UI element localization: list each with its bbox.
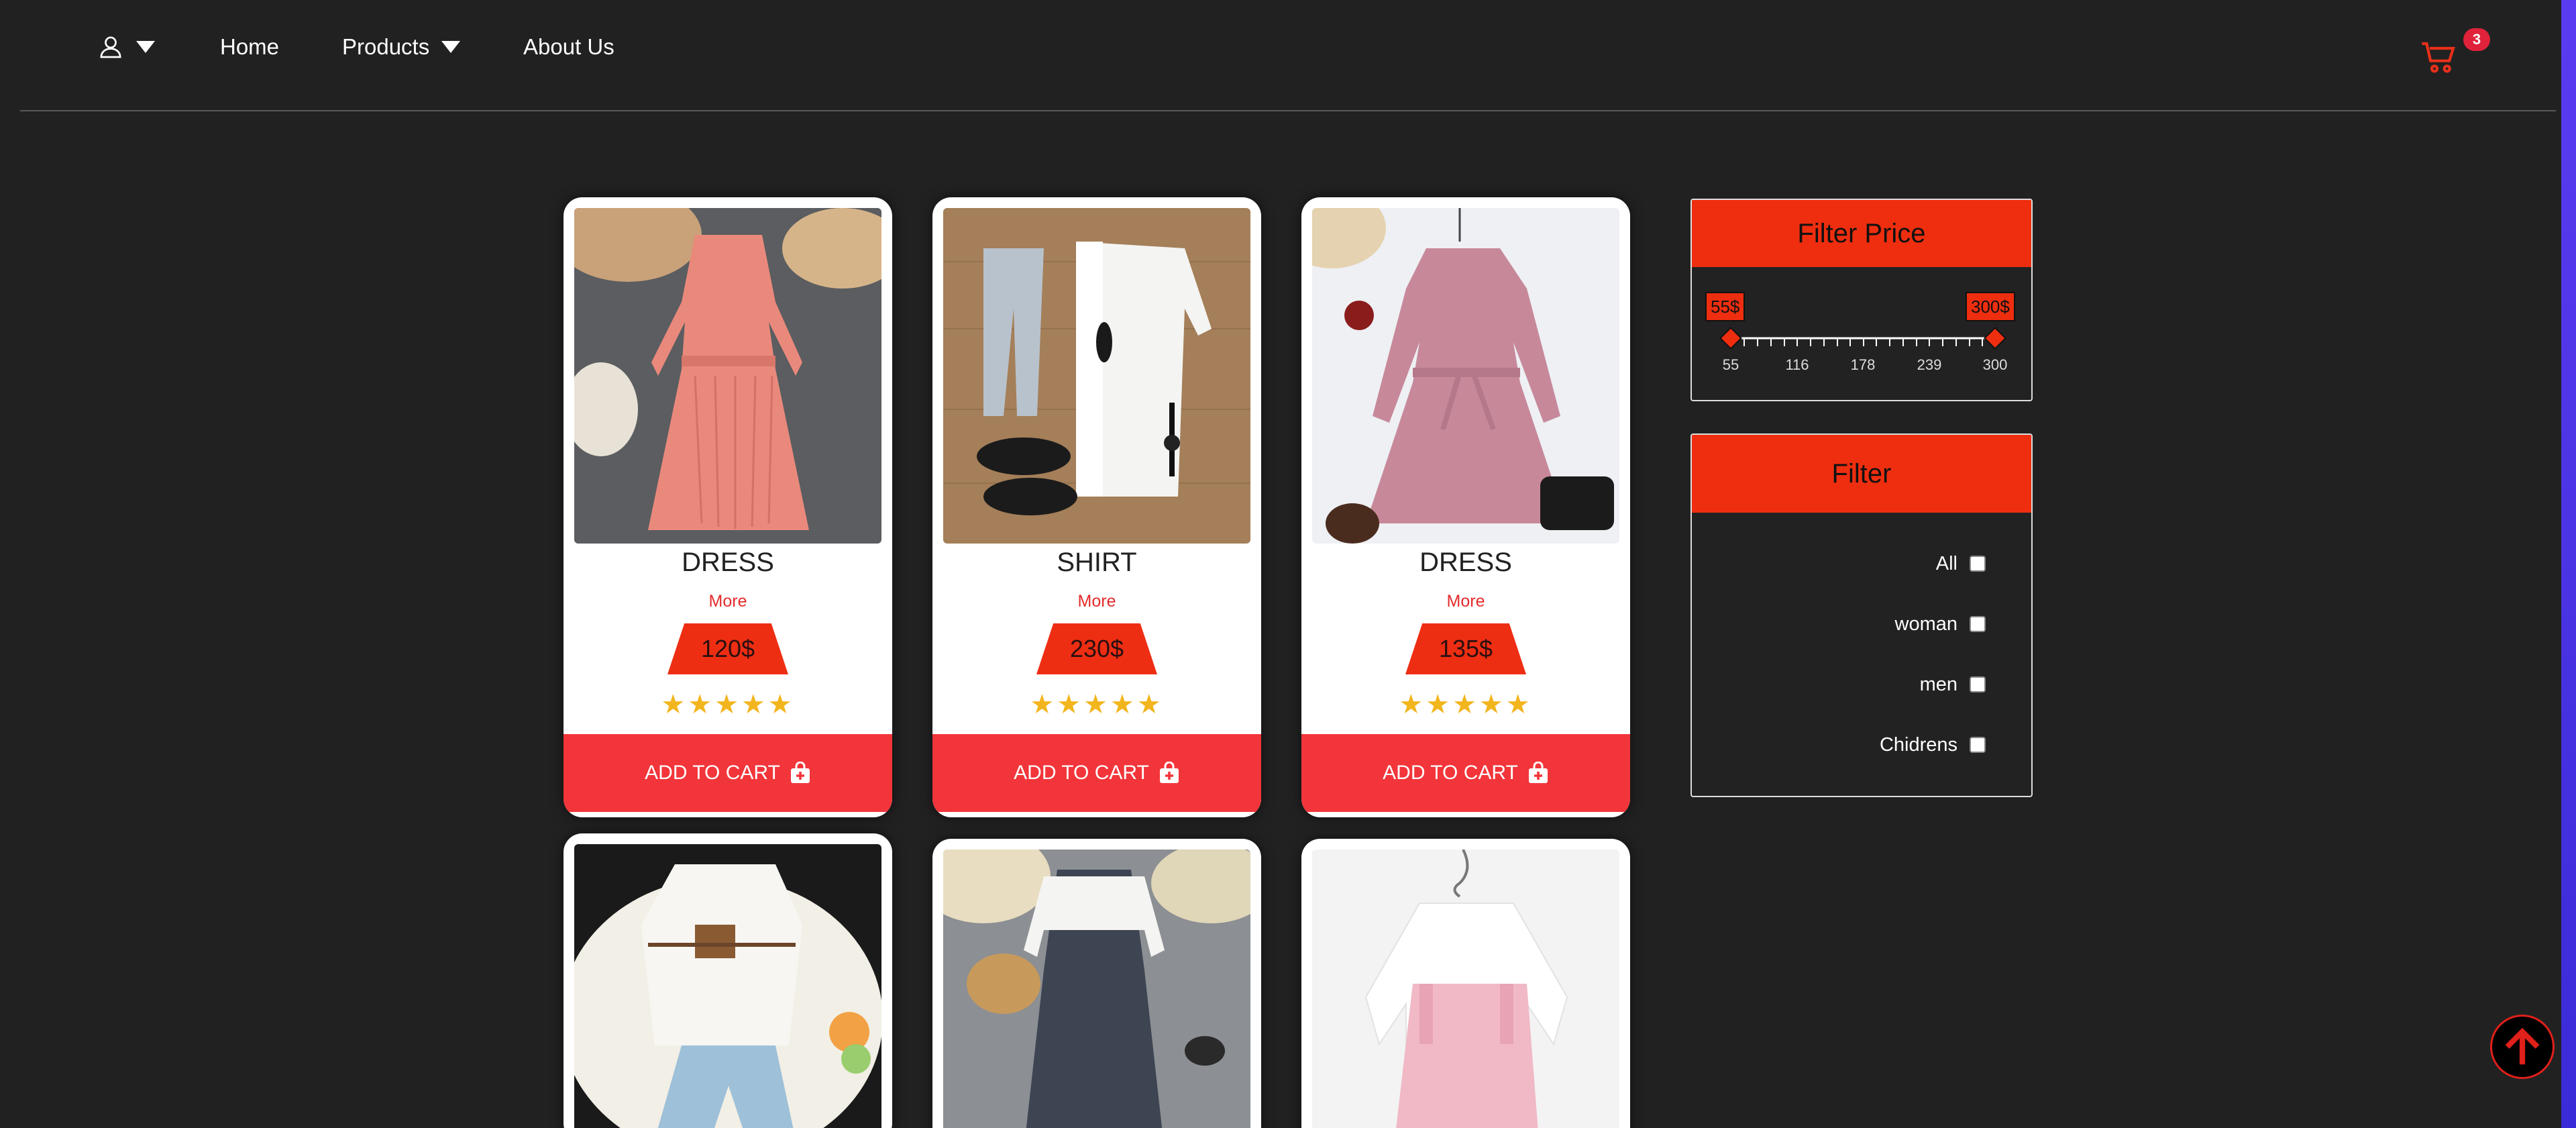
more-link[interactable]: More [1301, 592, 1630, 611]
product-card [564, 833, 892, 1128]
rating-stars: ★★★★★ [661, 690, 795, 719]
chevron-down-icon [441, 41, 461, 53]
product-card: SHIRT More 230$ ★★★★★ ADD TO CART [932, 197, 1261, 817]
product-image[interactable] [1312, 850, 1619, 1128]
filter-checkbox[interactable] [1970, 676, 1986, 693]
nav-about-us[interactable]: About Us [523, 27, 614, 67]
min-slider-handle [1719, 327, 1742, 350]
more-link[interactable]: More [564, 592, 892, 611]
min-price-label: 55$ [1705, 292, 1746, 321]
product-image[interactable] [574, 208, 881, 544]
filter-price-title: Filter Price [1692, 200, 2031, 267]
product-title: DRESS [682, 548, 774, 577]
rating-stars: ★★★★★ [1030, 690, 1164, 719]
rating-stars: ★★★★★ [1399, 690, 1533, 719]
filter-option-label: All [1935, 552, 1957, 574]
user-icon [100, 36, 121, 58]
product-card [932, 839, 1261, 1128]
filter-panel: Filter All woman men Chidrens [1690, 433, 2033, 797]
price-range-slider[interactable] [1692, 321, 2033, 354]
shopping-bag-icon [790, 762, 810, 783]
price-badge: 230$ [1036, 623, 1157, 674]
filter-option-label: Chidrens [1879, 733, 1957, 756]
add-to-cart-button[interactable]: ADD TO CART [564, 734, 892, 812]
filter-price-panel: Filter Price 55$ 300$ 55 116 178 239 300 [1690, 199, 2033, 401]
nav-products-label: Products [342, 34, 430, 59]
product-card: DRESS More 135$ ★★★★★ ADD TO CART [1301, 197, 1630, 817]
filter-title: Filter [1692, 435, 2031, 513]
product-image[interactable] [1312, 208, 1619, 544]
filter-option-men[interactable]: men [1920, 671, 1986, 698]
cart-icon [2422, 42, 2455, 73]
product-title: SHIRT [1057, 548, 1137, 577]
filter-checkbox[interactable] [1970, 616, 1986, 632]
product-image[interactable] [943, 208, 1250, 544]
nav-home-label: Home [220, 34, 280, 59]
scrollbar-strip[interactable] [2561, 0, 2576, 1128]
tick-label: 239 [1917, 356, 1942, 373]
add-to-cart-button[interactable]: ADD TO CART [932, 734, 1261, 812]
nav-products[interactable]: Products [342, 27, 461, 67]
more-link[interactable]: More [932, 592, 1261, 611]
product-title: DRESS [1419, 548, 1512, 577]
nav-home[interactable]: Home [220, 27, 279, 67]
tick-label: 178 [1850, 356, 1876, 373]
shopping-bag-icon [1159, 762, 1179, 783]
add-to-cart-label: ADD TO CART [1014, 762, 1149, 784]
user-menu-button[interactable] [97, 27, 155, 67]
filter-option-childrens[interactable]: Chidrens [1880, 731, 1986, 758]
price-badge: 120$ [667, 623, 788, 674]
filter-option-woman[interactable]: woman [1895, 611, 1986, 637]
chevron-down-icon [136, 41, 155, 53]
cart-button[interactable]: 3 [2420, 28, 2490, 75]
product-card [1301, 839, 1630, 1128]
add-to-cart-label: ADD TO CART [1383, 762, 1518, 784]
top-navbar: Home Products About Us 3 [20, 0, 2556, 111]
filter-checkbox[interactable] [1970, 556, 1986, 572]
filter-option-label: men [1919, 673, 1957, 695]
nav-about-label: About Us [523, 34, 614, 59]
product-image[interactable] [943, 850, 1250, 1128]
filter-checkbox[interactable] [1970, 737, 1986, 753]
max-slider-handle [1984, 327, 2006, 350]
tick-label: 55 [1722, 356, 1739, 373]
back-to-top-button[interactable] [2490, 1015, 2555, 1079]
tick-label: 300 [1982, 356, 2008, 373]
add-to-cart-label: ADD TO CART [645, 762, 780, 784]
price-badge: 135$ [1405, 623, 1526, 674]
max-price-label: 300$ [1966, 292, 2015, 321]
filter-option-label: woman [1894, 613, 1958, 635]
add-to-cart-button[interactable]: ADD TO CART [1301, 734, 1630, 812]
cart-count-badge: 3 [2463, 28, 2490, 51]
filter-option-all[interactable]: All [1936, 550, 1986, 577]
product-card: DRESS More 120$ ★★★★★ ADD TO CART [564, 197, 892, 817]
tick-label: 116 [1785, 356, 1809, 373]
shopping-bag-icon [1528, 762, 1548, 783]
product-image[interactable] [574, 844, 881, 1128]
arrow-up-icon [2505, 1027, 2540, 1065]
